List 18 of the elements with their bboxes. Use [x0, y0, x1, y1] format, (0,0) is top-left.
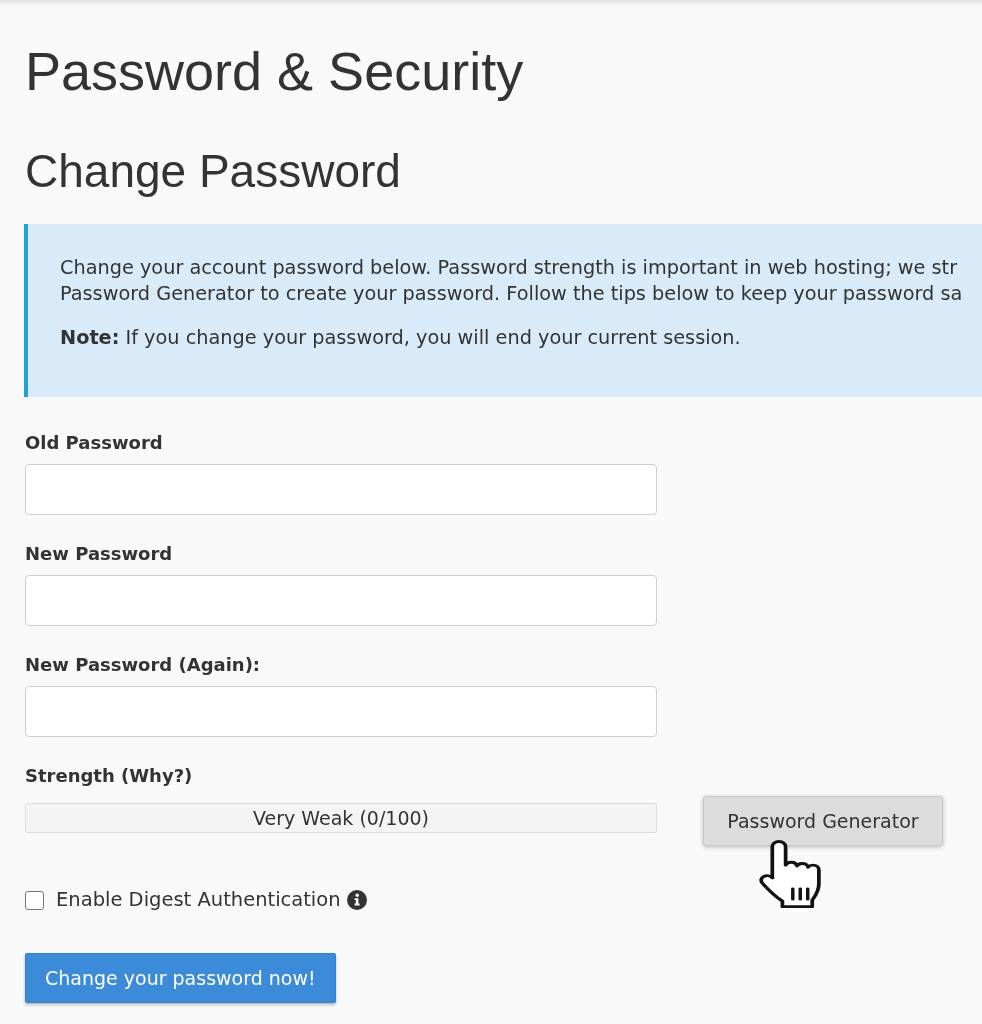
- note-text: Note: If you change your password, you will end your current session.: [60, 325, 741, 351]
- field-label: Old Password: [25, 431, 163, 455]
- hand-cursor-icon: [759, 840, 821, 908]
- input-field[interactable]: [25, 464, 657, 515]
- info-text: Change your account password below. Password strength is important in web hosting; we str Password Generator to create your password. Follow the tips below to keep your password sa: [60, 255, 963, 307]
- checkbox-label: Enable Digest Authentication: [56, 888, 341, 912]
- input-field[interactable]: [25, 686, 657, 737]
- checkbox[interactable]: [25, 890, 44, 910]
- section-title: Change Password: [25, 145, 401, 197]
- input-field[interactable]: [25, 575, 657, 626]
- change-password-button[interactable]: Change your password now!: [25, 953, 336, 1003]
- page-title: Password & Security: [25, 40, 524, 103]
- strength-reading: Very Weak (0/100): [253, 806, 429, 831]
- field-label: New Password (Again):: [25, 653, 261, 677]
- strength-label: Strength (Why?): [25, 764, 193, 788]
- password-generator-button[interactable]: Password Generator: [703, 796, 943, 846]
- info-icon[interactable]: [346, 890, 367, 910]
- field-label: New Password: [25, 542, 173, 566]
